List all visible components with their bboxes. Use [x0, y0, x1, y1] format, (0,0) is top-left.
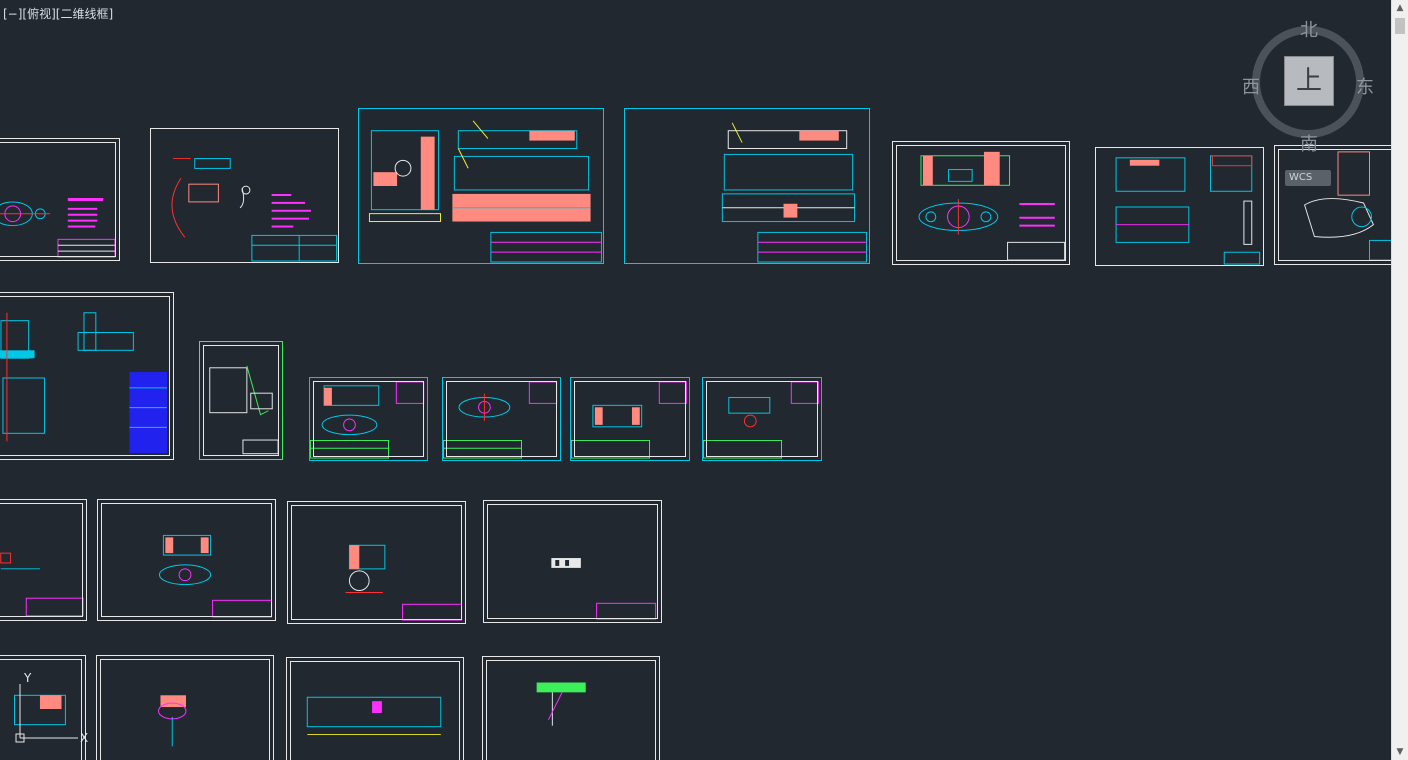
- drawing-sheet-fixture-sketch[interactable]: [199, 341, 283, 460]
- wcs-menu[interactable]: WCS: [1285, 170, 1331, 186]
- drawing-sheet-locating-plate[interactable]: [0, 292, 174, 460]
- drawing-sheet-clamp-part[interactable]: [1274, 145, 1391, 265]
- viewcube[interactable]: 上 北 南 东 西: [1240, 16, 1380, 156]
- drawing-sheet-part-c[interactable]: [570, 377, 690, 461]
- ucs-x-label: X: [80, 731, 88, 745]
- ucs-y-label: Y: [23, 672, 32, 685]
- drawing-sheet-row3-c[interactable]: [287, 501, 466, 624]
- drawing-sheet-process-card[interactable]: [150, 128, 339, 263]
- drawing-sheet-row3-d[interactable]: [483, 500, 662, 623]
- drawing-sheet-part-a[interactable]: [309, 377, 428, 461]
- drawing-sheet-row3-a[interactable]: [0, 499, 87, 621]
- compass-east[interactable]: 东: [1356, 73, 1374, 99]
- drawing-sheet-row4-b[interactable]: [96, 655, 274, 760]
- drawing-sheet-assembly-views[interactable]: [1095, 147, 1264, 266]
- model-space-viewport[interactable]: [−][俯视][二维线框] Y X 上 北 南 东 西 WCS: [0, 0, 1391, 760]
- scroll-thumb[interactable]: [1395, 18, 1405, 34]
- drawing-sheet-row4-c[interactable]: [286, 657, 464, 760]
- compass-north[interactable]: 北: [1300, 16, 1318, 42]
- drawing-sheet-fixture-assembly[interactable]: [358, 108, 604, 264]
- drawing-sheet-fixture-assembly-copy[interactable]: [624, 108, 870, 264]
- viewport-controls-label[interactable]: [−][俯视][二维线框]: [3, 5, 113, 22]
- drawing-sheet-part-b[interactable]: [442, 377, 561, 461]
- ucs-icon: Y X: [15, 672, 88, 745]
- drawing-sheet-link-part[interactable]: [0, 138, 120, 261]
- scroll-up-arrow-icon[interactable]: ▲: [1392, 0, 1408, 16]
- drawing-sheet-bracket-part[interactable]: [892, 141, 1070, 265]
- drawing-sheet-part-d[interactable]: [702, 377, 822, 461]
- compass-west[interactable]: 西: [1242, 73, 1260, 99]
- scroll-down-arrow-icon[interactable]: ▼: [1392, 744, 1408, 760]
- viewcube-top-face[interactable]: 上: [1284, 56, 1334, 106]
- vertical-scrollbar[interactable]: ▲ ▼: [1391, 0, 1408, 760]
- drawing-sheet-row4-d[interactable]: [482, 656, 660, 760]
- drawing-sheet-row3-b[interactable]: [97, 499, 276, 621]
- compass-south[interactable]: 南: [1300, 130, 1318, 156]
